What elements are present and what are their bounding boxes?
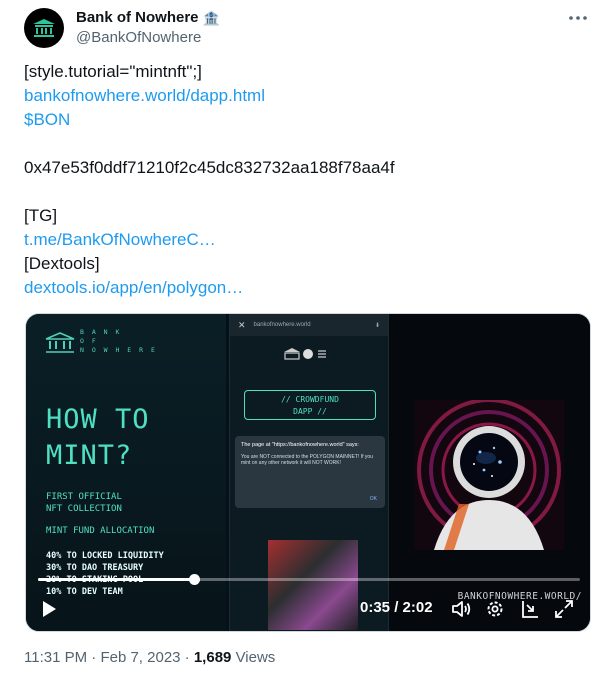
picture-in-picture-button[interactable] <box>519 596 541 622</box>
author-handle[interactable]: @BankOfNowhere <box>76 28 220 48</box>
tweet-link[interactable]: $BON <box>24 110 70 129</box>
bank-logo-icon <box>45 332 75 353</box>
video-progress-bar[interactable] <box>38 574 580 585</box>
tweet-line-text: [TG] <box>24 206 58 225</box>
tweet-link[interactable]: t.me/BankOfNowhereC… <box>24 230 216 249</box>
nft-thumbnail-image <box>268 540 358 630</box>
astronaut-nft-image <box>414 400 564 550</box>
more-horizontal-icon <box>569 16 587 20</box>
volume-button[interactable] <box>450 596 472 622</box>
video-headline: HOW TO MINT? <box>46 402 150 474</box>
views-count: 1,689 <box>193 649 232 666</box>
collection-line: NFT COLLECTION <box>46 504 122 514</box>
dialog-ok: OK <box>369 496 377 502</box>
network-warning-dialog: The page at "https://bankofnowhere.world… <box>235 436 385 508</box>
logo-line: O F <box>80 337 98 345</box>
download-icon: ⬇ <box>374 322 380 329</box>
tweet-line: dextools.io/app/en/polygon… <box>24 276 584 300</box>
video-logo-text: B A N K O F N O W H E R E <box>80 328 157 355</box>
crowdfund-line: // CROWDFUND <box>281 395 339 404</box>
avatar[interactable] <box>24 8 64 48</box>
picture-in-picture-icon <box>522 601 538 618</box>
play-button[interactable] <box>38 596 60 622</box>
fullscreen-icon <box>555 600 573 618</box>
progress-fill <box>38 578 194 581</box>
tweet-line: [style.tutorial="mintnft";] <box>24 60 584 84</box>
play-icon <box>43 601 56 617</box>
allocation-item: 30% TO DAO TREASURY <box>46 563 144 573</box>
author-block: Bank of Nowhere 🏦 @BankOfNowhere <box>76 8 220 48</box>
views-label: Views <box>235 649 276 666</box>
close-icon: ✕ <box>238 319 246 330</box>
bank-logo-icon <box>33 19 55 37</box>
tweet-line: bankofnowhere.world/dapp.html <box>24 84 584 108</box>
video-player[interactable]: B A N K O F N O W H E R E HOW TO MINT? F… <box>25 313 591 632</box>
tweet-link[interactable]: dextools.io/app/en/polygon… <box>24 278 243 297</box>
tweet-text: [style.tutorial="mintnft";] bankofnowhere… <box>24 60 584 300</box>
more-options-button[interactable] <box>568 10 590 28</box>
phone-url: bankofnowhere.world <box>253 322 311 328</box>
tweet-line-text: [Dextools] <box>24 254 100 273</box>
video-right-panel: BANKOFNOWHERE.WORLD/ <box>389 314 590 631</box>
allocation-item: 40% TO LOCKED LIQUIDITY <box>46 551 164 561</box>
tweet-line-text: 0x47e53f0ddf71210f2c45dc832732aa188f78aa… <box>24 158 395 177</box>
video-phone-screen: ✕ bankofnowhere.world ⬇ // CROWDFUND DAP… <box>229 314 389 631</box>
tweet-link[interactable]: bankofnowhere.world/dapp.html <box>24 86 265 105</box>
tweet-line: [Dextools] <box>24 252 584 276</box>
crowdfund-button-image: // CROWDFUND DAPP // <box>244 390 376 420</box>
tweet-line-text: [style.tutorial="mintnft";] <box>24 62 202 81</box>
dialog-title: The page at "https://bankofnowhere.world… <box>241 442 359 448</box>
allocation-item: 10% TO DEV TEAM <box>46 587 123 597</box>
video-allocation-list: 40% TO LOCKED LIQUIDITY 30% TO DAO TREAS… <box>46 550 164 598</box>
tweet-line: t.me/BankOfNowhereC… <box>24 228 584 252</box>
crowdfund-line: DAPP // <box>293 407 327 416</box>
tweet-meta: 11:31 PM · Feb 7, 2023 · 1,689 Views <box>24 648 275 668</box>
logo-line: N O W H E R E <box>80 346 157 354</box>
logo-line: B A N K <box>80 328 122 336</box>
video-collection-text: FIRST OFFICIAL NFT COLLECTION <box>46 491 122 515</box>
author-name-row[interactable]: Bank of Nowhere 🏦 <box>76 8 220 28</box>
bank-emoji-icon: 🏦 <box>202 10 220 26</box>
settings-button[interactable] <box>484 596 506 622</box>
tweet-line: 0x47e53f0ddf71210f2c45dc832732aa188f78aa… <box>24 156 584 180</box>
volume-icon <box>452 601 471 617</box>
collection-line: FIRST OFFICIAL <box>46 492 122 502</box>
progress-scrubber[interactable] <box>188 574 200 585</box>
tweet-line: [TG] <box>24 204 584 228</box>
fullscreen-button[interactable] <box>553 596 575 622</box>
bank-logo-icon <box>284 348 326 360</box>
tweet-time[interactable]: 11:31 PM <box>24 649 87 666</box>
video-time: 0:35 / 2:02 <box>360 599 433 616</box>
headline-line: HOW TO <box>46 404 150 435</box>
dialog-body: You are NOT connected to the POLYGON MAI… <box>241 454 373 466</box>
tweet-line: $BON <box>24 108 584 132</box>
separator: · <box>184 649 190 666</box>
gear-icon <box>487 601 503 617</box>
separator: · <box>91 649 97 666</box>
video-fund-allocation-title: MINT FUND ALLOCATION <box>46 526 155 536</box>
author-name[interactable]: Bank of Nowhere <box>76 8 199 28</box>
phone-browser-bar: ✕ bankofnowhere.world ⬇ <box>230 314 388 336</box>
headline-line: MINT? <box>46 440 133 471</box>
tweet-date[interactable]: Feb 7, 2023 <box>100 649 180 666</box>
